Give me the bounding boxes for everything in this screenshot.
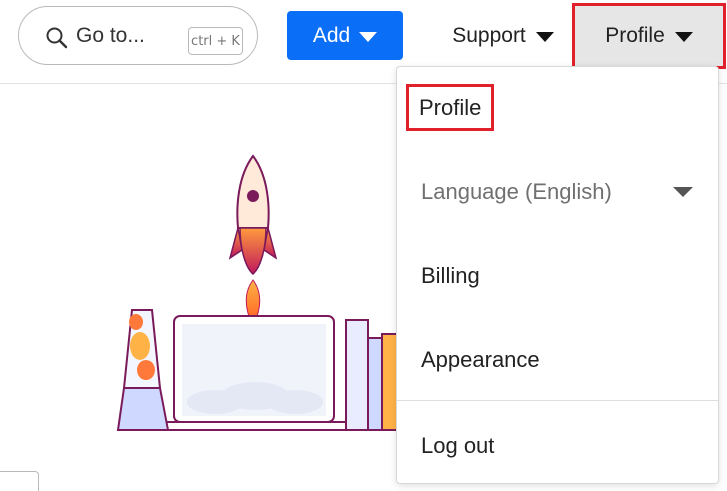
menu-item-log-out-label: Log out — [421, 433, 495, 458]
menu-item-appearance[interactable]: Appearance — [421, 347, 727, 373]
shortcut-hint: ctrl + K — [188, 27, 243, 55]
partial-control[interactable] — [0, 471, 39, 491]
caret-down-icon — [359, 31, 378, 42]
menu-item-profile[interactable]: Profile — [405, 84, 495, 131]
caret-down-icon — [674, 32, 693, 42]
caret-down-icon — [535, 31, 554, 42]
rocket-launch-illustration — [116, 154, 399, 431]
add-button-label: Add — [312, 23, 351, 47]
menu-item-language[interactable]: Language (English) — [421, 179, 693, 205]
menu-item-billing-label: Billing — [421, 263, 480, 288]
profile-dropdown-menu: Profile Language (English) Billing Appea… — [396, 66, 719, 484]
search-box[interactable]: Go to... ctrl + K — [18, 6, 258, 65]
search-label: Go to... — [76, 24, 145, 47]
profile-button-label: Profile — [605, 24, 665, 47]
menu-item-profile-label: Profile — [419, 95, 482, 120]
search-icon — [46, 27, 68, 49]
menu-item-log-out[interactable]: Log out — [421, 433, 727, 459]
menu-item-language-label: Language (English) — [421, 179, 612, 204]
menu-divider — [397, 400, 718, 401]
profile-menu-button[interactable]: Profile — [572, 3, 726, 69]
caret-down-icon — [673, 187, 693, 197]
menu-item-appearance-label: Appearance — [421, 347, 540, 372]
menu-item-billing[interactable]: Billing — [421, 263, 727, 289]
add-button[interactable]: Add — [287, 11, 403, 60]
support-menu-button[interactable]: Support — [438, 11, 568, 60]
support-button-label: Support — [452, 23, 526, 47]
